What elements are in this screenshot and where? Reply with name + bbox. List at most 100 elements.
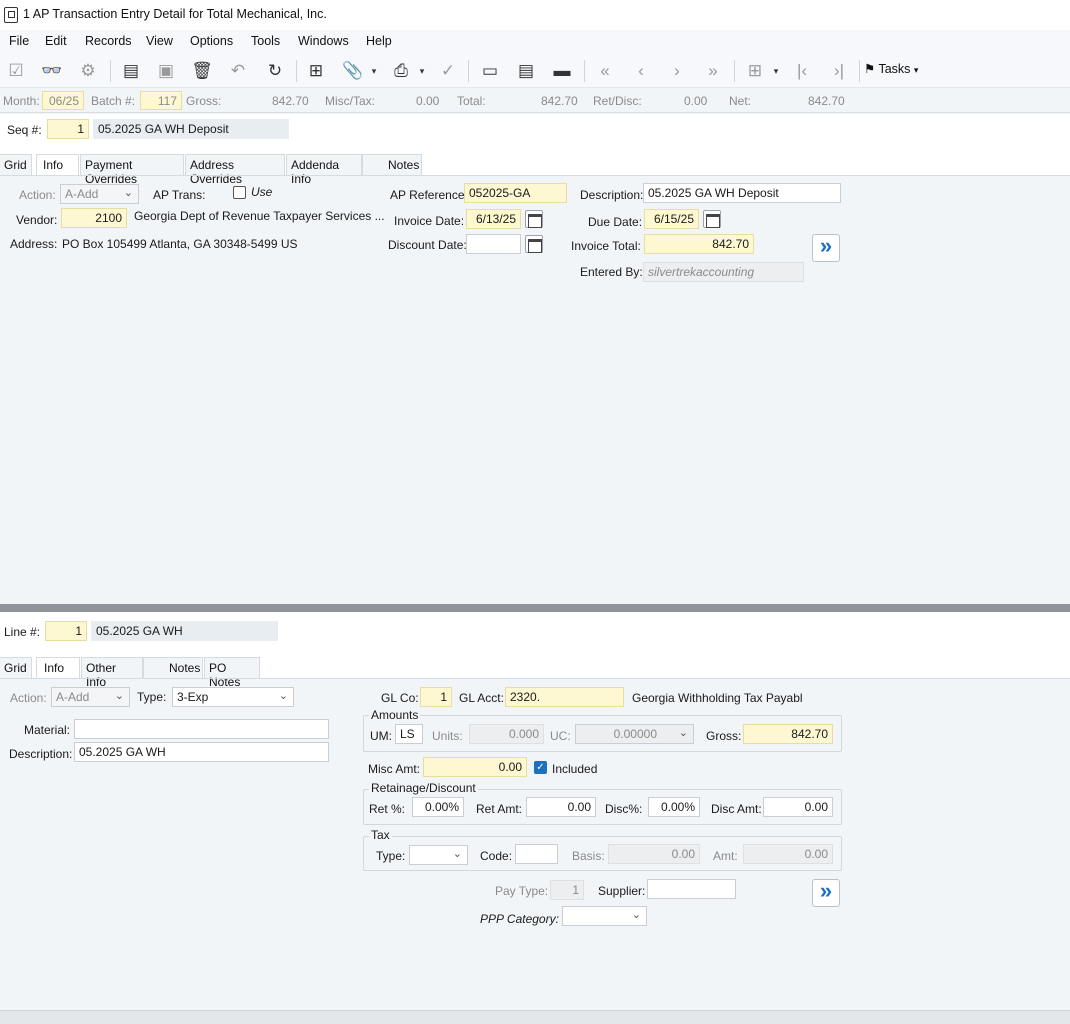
menu-options[interactable]: Options — [190, 34, 233, 48]
type-label: Type: — [137, 690, 167, 704]
gl-acct-label: GL Acct: — [459, 691, 504, 705]
tax-type-select[interactable]: ⌄ — [409, 845, 468, 865]
invoice-date-field[interactable]: 6/13/25 — [466, 209, 521, 229]
tab-grid[interactable]: Grid — [0, 657, 32, 679]
first-line-icon[interactable]: |‹ — [791, 60, 813, 82]
attachment-icon[interactable]: 📎 — [342, 60, 364, 82]
save-icon[interactable]: ▣ — [155, 60, 177, 82]
calendar-icon[interactable] — [525, 235, 543, 253]
last-record-icon[interactable]: » — [702, 60, 724, 82]
undo-icon[interactable]: ↶ — [227, 60, 249, 82]
new-record-icon[interactable]: ▤ — [120, 60, 142, 82]
ret-pct-field[interactable]: 0.00% — [412, 797, 464, 817]
tab-payment-overrides[interactable]: Payment Overrides — [80, 154, 184, 186]
layout-bottom-icon[interactable]: ▭ — [479, 60, 501, 82]
tab-addenda-info[interactable]: Addenda Info — [286, 154, 362, 186]
menu-view[interactable]: View — [146, 34, 173, 48]
supplier-field[interactable] — [647, 879, 736, 899]
ppp-category-label: PPP Category: — [480, 912, 559, 926]
type-select[interactable]: 3-Exp ⌄ — [172, 687, 294, 707]
pane-splitter[interactable] — [0, 604, 1070, 612]
material-field[interactable] — [74, 719, 329, 739]
menu-file[interactable]: File — [9, 34, 29, 48]
grid-settings-dropdown-icon[interactable]: ▾ — [770, 60, 782, 82]
line-action-label: Action: — [10, 691, 47, 705]
header-tabs: Grid Info Payment Overrides Address Over… — [0, 154, 1070, 186]
gl-acct-field[interactable]: 2320. — [505, 687, 624, 707]
print-dropdown-icon[interactable]: ▾ — [416, 60, 428, 82]
vendor-field[interactable]: 2100 — [61, 208, 127, 228]
menu-help[interactable]: Help — [366, 34, 392, 48]
ppp-category-select[interactable]: ⌄ — [562, 906, 647, 926]
delete-icon[interactable]: 🗑 — [191, 60, 213, 82]
spellcheck-icon[interactable]: ✓ — [437, 60, 459, 82]
included-checkbox[interactable]: ✓ — [534, 761, 547, 774]
layout-top-icon[interactable]: ▬ — [551, 60, 573, 82]
invoice-total-field[interactable]: 842.70 — [644, 234, 754, 254]
tasks-label: Tasks — [878, 62, 911, 76]
misc-amt-field[interactable]: 0.00 — [423, 757, 527, 777]
tab-grid[interactable]: Grid — [0, 154, 32, 176]
menu-tools[interactable]: Tools — [251, 34, 280, 48]
disc-pct-label: Disc%: — [605, 802, 643, 816]
binoculars-icon[interactable]: 👓 — [41, 60, 63, 82]
flag-icon: ⚑ — [864, 62, 876, 76]
month-field: 06/25 — [42, 91, 84, 110]
attachment-dropdown-icon[interactable]: ▾ — [368, 60, 380, 82]
due-date-field[interactable]: 6/15/25 — [644, 209, 699, 229]
ap-reference-label: AP Reference: — [390, 188, 468, 202]
tab-info[interactable]: Info — [36, 154, 79, 176]
disc-pct-field[interactable]: 0.00% — [648, 797, 700, 817]
previous-record-icon[interactable]: ‹ — [630, 60, 652, 82]
menu-records[interactable]: Records — [85, 34, 132, 48]
line-field[interactable]: 1 — [45, 621, 87, 641]
ret-amt-field[interactable]: 0.00 — [526, 797, 596, 817]
disc-amt-field[interactable]: 0.00 — [763, 797, 833, 817]
tab-info[interactable]: Info — [36, 657, 80, 679]
expand-chevron-icon[interactable]: » — [812, 879, 840, 907]
first-record-icon[interactable]: « — [594, 60, 616, 82]
tab-other-info[interactable]: Other Info — [81, 657, 143, 689]
action-select[interactable]: A-Add ⌄ — [60, 184, 139, 204]
batch-summary-bar: Month: 06/25 Batch #: 117 Gross: 842.70 … — [0, 89, 1070, 113]
tab-notes[interactable]: Notes — [143, 657, 203, 679]
ret-pct-label: Ret %: — [369, 802, 406, 816]
description-label: Description: — [580, 188, 644, 202]
tasks-menu[interactable]: ⚑ Tasks ▾ — [864, 61, 918, 76]
uc-field: 0.00000 ⌄ — [575, 724, 694, 744]
action-label: Action: — [19, 188, 56, 202]
tab-po-notes[interactable]: PO Notes — [204, 657, 260, 689]
tab-address-overrides[interactable]: Address Overrides — [185, 154, 285, 186]
gl-co-field[interactable]: 1 — [420, 687, 452, 707]
ap-reference-field[interactable]: 052025-GA — [464, 183, 567, 203]
next-record-icon[interactable]: › — [666, 60, 688, 82]
validate-icon[interactable]: ☑ — [5, 60, 27, 82]
ret-disc-value: 0.00 — [684, 94, 708, 108]
calendar-icon[interactable] — [525, 210, 543, 228]
expand-chevron-icon[interactable]: » — [812, 234, 840, 262]
grid-settings-icon[interactable]: ⊞ — [744, 60, 766, 82]
batch-label: Batch #: — [91, 94, 136, 108]
gross-field[interactable]: 842.70 — [743, 724, 833, 744]
line-description-field[interactable]: 05.2025 GA WH — [74, 742, 329, 762]
action-value: A-Add — [65, 187, 99, 201]
gear-icon[interactable]: ⚙ — [77, 60, 99, 82]
tax-code-field[interactable] — [515, 844, 558, 864]
last-line-icon[interactable]: ›| — [828, 60, 850, 82]
menu-edit[interactable]: Edit — [45, 34, 67, 48]
window-title: 1 AP Transaction Entry Detail for Total … — [23, 7, 327, 21]
use-checkbox[interactable] — [233, 186, 246, 199]
description-field[interactable]: 05.2025 GA WH Deposit — [643, 183, 841, 203]
grid-view-icon[interactable]: ⊞ — [305, 60, 327, 82]
refresh-icon[interactable]: ↻ — [264, 60, 286, 82]
um-field[interactable]: LS — [395, 724, 423, 744]
menu-windows[interactable]: Windows — [298, 34, 349, 48]
seq-field[interactable]: 1 — [47, 119, 89, 139]
print-icon[interactable]: ⎙ — [390, 60, 412, 82]
discount-date-field[interactable] — [466, 234, 521, 254]
tab-notes[interactable]: Notes — [362, 154, 422, 176]
line-description: 05.2025 GA WH — [91, 621, 278, 641]
layout-split-icon[interactable]: ▤ — [515, 60, 537, 82]
line-action-select[interactable]: A-Add ⌄ — [51, 687, 130, 707]
calendar-icon[interactable] — [703, 210, 721, 228]
